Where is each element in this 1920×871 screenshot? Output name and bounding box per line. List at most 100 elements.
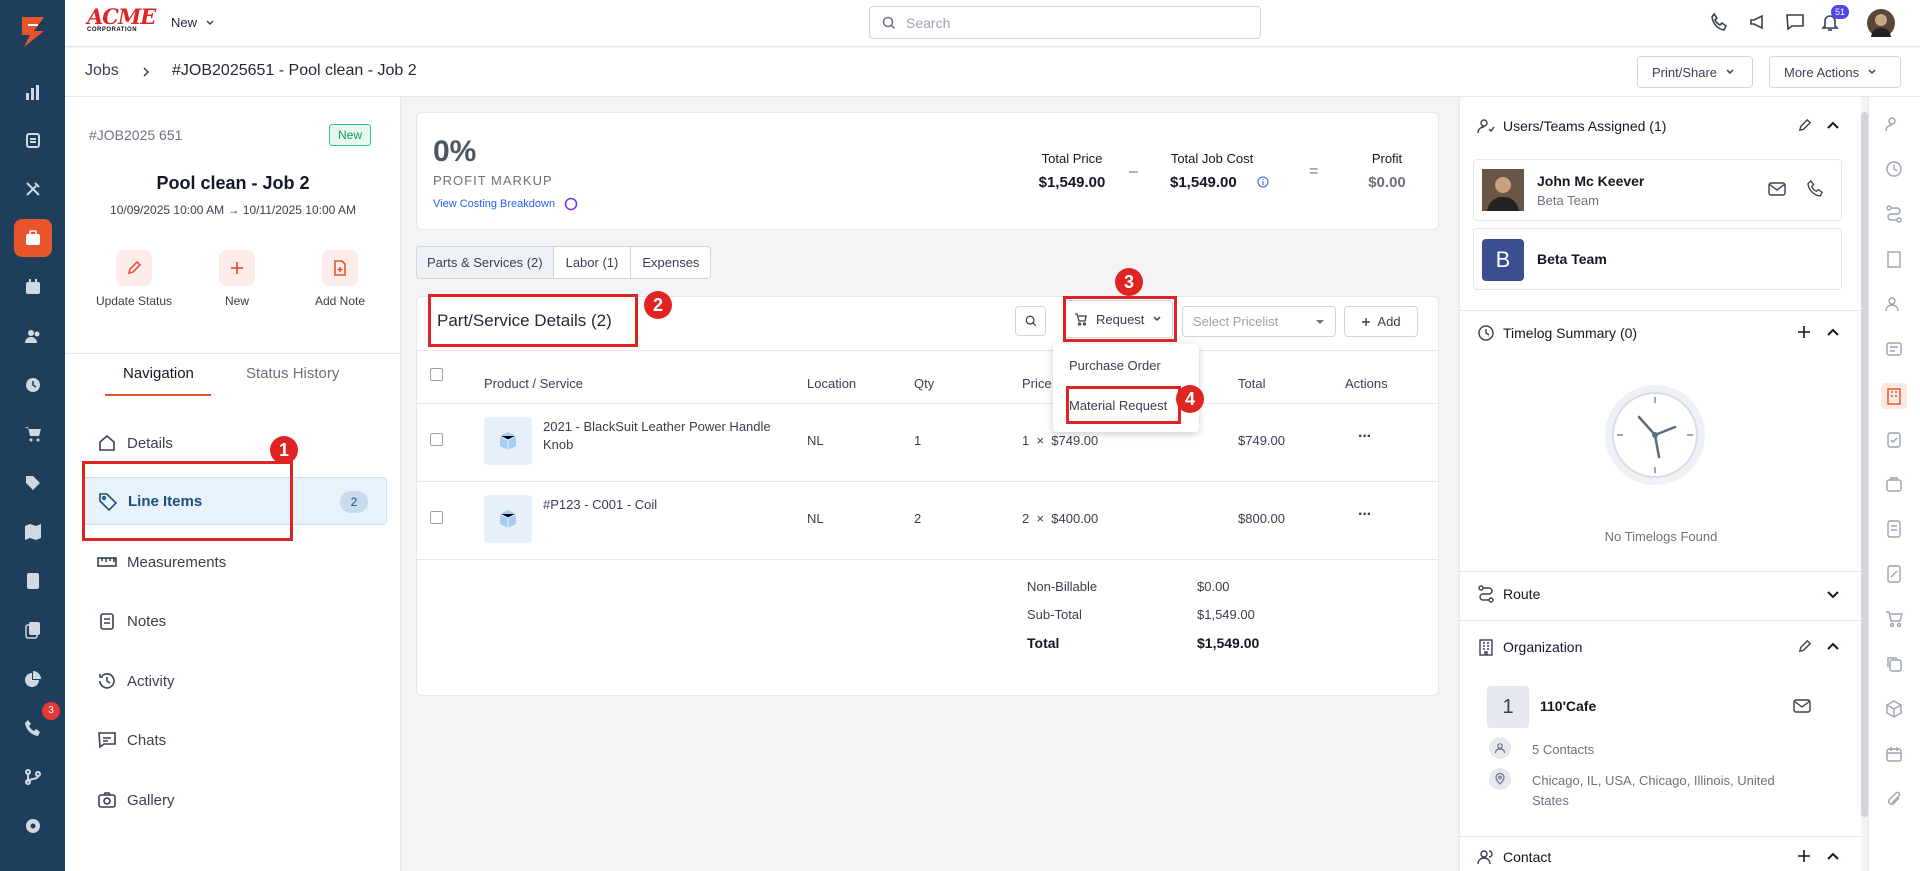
briefcase-icon[interactable] (1883, 473, 1905, 495)
tag-icon[interactable] (14, 464, 52, 502)
product-name[interactable]: #P123 - C001 - Coil (543, 496, 783, 514)
chevron-up-icon[interactable] (1826, 120, 1840, 130)
sidebar-item-notes[interactable]: Notes (65, 597, 355, 645)
row-actions-menu-icon[interactable]: ··· (1358, 506, 1372, 524)
timer-icon[interactable] (1883, 158, 1905, 180)
request-dropdown-button[interactable]: Request (1063, 300, 1173, 338)
cost-tabs: Parts & Services (2) Labor (1) Expenses (416, 246, 712, 279)
clipboard-icon[interactable] (14, 121, 52, 159)
pricelist-select[interactable]: Select Pricelist (1182, 306, 1336, 337)
chat-bubble-icon[interactable] (1785, 12, 1805, 32)
row-checkbox[interactable] (430, 511, 443, 524)
section-title: Part/Service Details (2) (437, 311, 612, 330)
building-icon[interactable] (1883, 248, 1905, 270)
search-input[interactable]: Search (869, 6, 1261, 39)
phone-icon[interactable] (1807, 180, 1824, 197)
tab-navigation[interactable]: Navigation (123, 365, 194, 382)
row-location: NL (807, 511, 824, 526)
edit-pencil-icon[interactable] (1797, 118, 1812, 133)
email-icon[interactable] (1768, 182, 1786, 196)
calendar-icon[interactable] (1883, 743, 1905, 765)
request-label: Request (1096, 311, 1145, 327)
package-icon[interactable] (1883, 698, 1905, 720)
right-panel-scrollbar[interactable] (1861, 112, 1868, 817)
users-icon[interactable] (14, 317, 52, 355)
pie-chart-icon[interactable] (14, 660, 52, 698)
cart-icon (1075, 313, 1087, 326)
tab-labor[interactable]: Labor (1) (554, 247, 632, 278)
active-rail-building-icon[interactable] (1881, 383, 1907, 409)
select-all-checkbox[interactable] (430, 368, 443, 381)
edit-pencil-icon[interactable] (1797, 639, 1812, 654)
menu-item-material-request[interactable]: Material Request (1069, 398, 1167, 413)
email-icon[interactable] (1793, 699, 1811, 713)
documents-icon[interactable] (14, 611, 52, 649)
assigned-user-card[interactable]: John Mc Keever Beta Team (1473, 159, 1842, 221)
discount-icon[interactable] (1883, 563, 1905, 585)
sidebar-item-activity[interactable]: Activity (65, 657, 355, 705)
job-title: Pool clean - Job 2 (156, 173, 310, 193)
copy-icon[interactable] (1883, 653, 1905, 675)
contacts-icon[interactable] (1883, 293, 1905, 315)
menu-item-purchase-order[interactable]: Purchase Order (1069, 358, 1161, 373)
new-action-button[interactable]: New (182, 250, 292, 308)
invoice-icon[interactable] (14, 562, 52, 600)
attachment-icon[interactable] (1883, 788, 1905, 810)
plus-icon[interactable] (1797, 849, 1811, 863)
chevron-up-icon[interactable] (1826, 641, 1840, 651)
document-icon[interactable] (1883, 518, 1905, 540)
route-icon[interactable] (1883, 203, 1905, 225)
sidebar-item-gallery[interactable]: Gallery (65, 776, 355, 824)
phone-call-icon[interactable] (1710, 12, 1730, 32)
plus-icon[interactable] (1797, 325, 1811, 339)
row-actions-menu-icon[interactable]: ··· (1358, 428, 1372, 446)
settings-gear-icon[interactable] (14, 807, 52, 845)
user-assign-icon[interactable] (1883, 113, 1905, 135)
megaphone-icon[interactable] (1748, 12, 1768, 32)
add-line-item-button[interactable]: Add (1344, 306, 1418, 337)
info-icon[interactable] (1257, 176, 1269, 188)
sidebar-item-chats[interactable]: Chats (65, 716, 355, 764)
new-menu-label: New (171, 15, 198, 30)
reports-icon[interactable] (14, 73, 52, 111)
company-logo[interactable]: ACME CORPORATION (87, 6, 156, 33)
sidebar-item-line-items[interactable]: Line Items 2 (83, 477, 387, 525)
integrations-icon[interactable] (14, 758, 52, 796)
map-icon[interactable] (14, 513, 52, 551)
table-search-button[interactable] (1015, 306, 1046, 336)
more-actions-button[interactable]: More Actions (1769, 56, 1901, 88)
cart-icon[interactable] (1883, 608, 1905, 630)
assigned-team-card[interactable]: B Beta Team (1473, 228, 1842, 290)
contacts-count[interactable]: 5 Contacts (1532, 742, 1594, 757)
print-share-button[interactable]: Print/Share (1637, 56, 1753, 88)
chevron-up-icon[interactable] (1826, 327, 1840, 337)
new-menu-button[interactable]: New (171, 15, 215, 30)
breadcrumb-jobs-link[interactable]: Jobs (85, 62, 119, 80)
sidebar-item-details[interactable]: Details (65, 419, 355, 467)
cart-icon[interactable] (14, 415, 52, 453)
chevron-up-icon[interactable] (1826, 851, 1840, 861)
tab-status-history[interactable]: Status History (246, 365, 339, 382)
home-icon (99, 434, 115, 451)
view-costing-breakdown-link[interactable]: View Costing Breakdown (433, 198, 555, 210)
calendar-icon[interactable] (14, 268, 52, 306)
user-name: John Mc Keever (1537, 173, 1645, 189)
product-name[interactable]: 2021 - BlackSuit Leather Power Handle Kn… (543, 418, 783, 454)
chevron-down-icon[interactable] (1826, 590, 1840, 600)
app-logo-icon[interactable] (14, 13, 52, 51)
organization-name[interactable]: 110'Cafe (1540, 698, 1596, 714)
tools-icon[interactable] (14, 170, 52, 208)
update-status-button[interactable]: Update Status (79, 250, 189, 308)
tab-parts-services[interactable]: Parts & Services (2) (417, 247, 554, 278)
id-card-icon[interactable] (1883, 338, 1905, 360)
clock-icon[interactable] (14, 366, 52, 404)
user-avatar[interactable] (1867, 9, 1895, 37)
sidebar-item-measurements[interactable]: Measurements (65, 538, 355, 586)
subtotal-value: $1,549.00 (1197, 607, 1255, 622)
add-note-button[interactable]: Add Note (285, 250, 395, 308)
tab-expenses[interactable]: Expenses (631, 247, 710, 278)
pricelist-placeholder: Select Pricelist (1193, 314, 1279, 329)
row-checkbox[interactable] (430, 433, 443, 446)
jobs-briefcase-icon[interactable] (14, 219, 52, 257)
checklist-icon[interactable] (1883, 428, 1905, 450)
